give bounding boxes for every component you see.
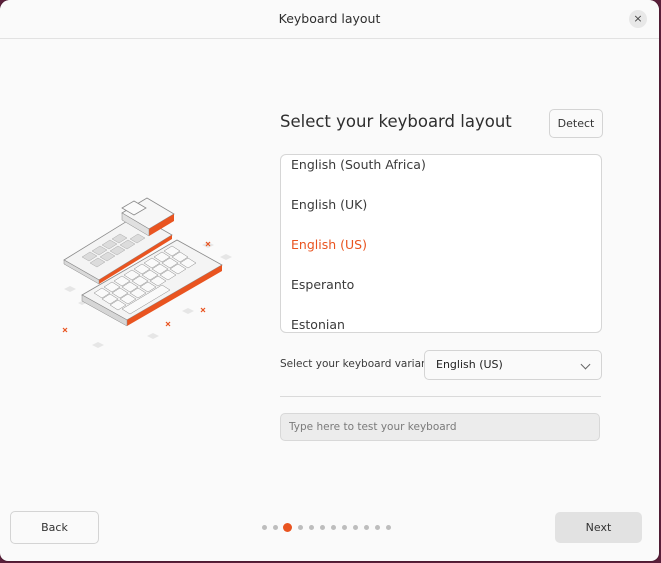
step-dot xyxy=(298,525,303,530)
step-dot xyxy=(353,525,358,530)
layout-item-esperanto[interactable]: Esperanto xyxy=(291,277,354,292)
variant-label: Select your keyboard variant: xyxy=(280,358,436,370)
step-dot xyxy=(375,525,380,530)
step-dot xyxy=(273,525,278,530)
layout-item-english-uk[interactable]: English (UK) xyxy=(291,197,367,212)
layout-item-estonian[interactable]: Estonian xyxy=(291,317,345,332)
step-dot xyxy=(342,525,347,530)
chevron-down-icon xyxy=(580,359,591,370)
layout-item-english-us[interactable]: English (US) xyxy=(291,237,367,252)
step-dot xyxy=(320,525,325,530)
next-button[interactable]: Next xyxy=(555,512,642,543)
layout-item-english-south-africa[interactable]: English (South Africa) xyxy=(291,157,426,172)
installer-window: Keyboard layout × Select your keyboard l… xyxy=(0,0,659,561)
keyboard-illustration xyxy=(62,197,232,348)
keyboard-layout-list[interactable]: English (South Africa) English (UK) Engl… xyxy=(280,154,602,333)
step-dot xyxy=(262,525,267,530)
variant-dropdown[interactable]: English (US) xyxy=(424,350,602,380)
step-dot xyxy=(331,525,336,530)
step-dot xyxy=(386,525,391,530)
page-heading: Select your keyboard layout xyxy=(280,112,512,131)
title-bar: Keyboard layout × xyxy=(0,0,659,39)
close-button[interactable]: × xyxy=(629,10,647,28)
close-icon: × xyxy=(633,12,643,25)
keyboard-test-input[interactable] xyxy=(280,413,600,441)
detect-button[interactable]: Detect xyxy=(549,109,603,138)
back-button[interactable]: Back xyxy=(10,511,99,544)
window-title: Keyboard layout xyxy=(278,11,381,26)
variant-selected-value: English (US) xyxy=(436,358,503,371)
step-dot-current xyxy=(283,523,292,532)
step-dot xyxy=(309,525,314,530)
step-dot xyxy=(364,525,369,530)
divider xyxy=(280,396,601,397)
